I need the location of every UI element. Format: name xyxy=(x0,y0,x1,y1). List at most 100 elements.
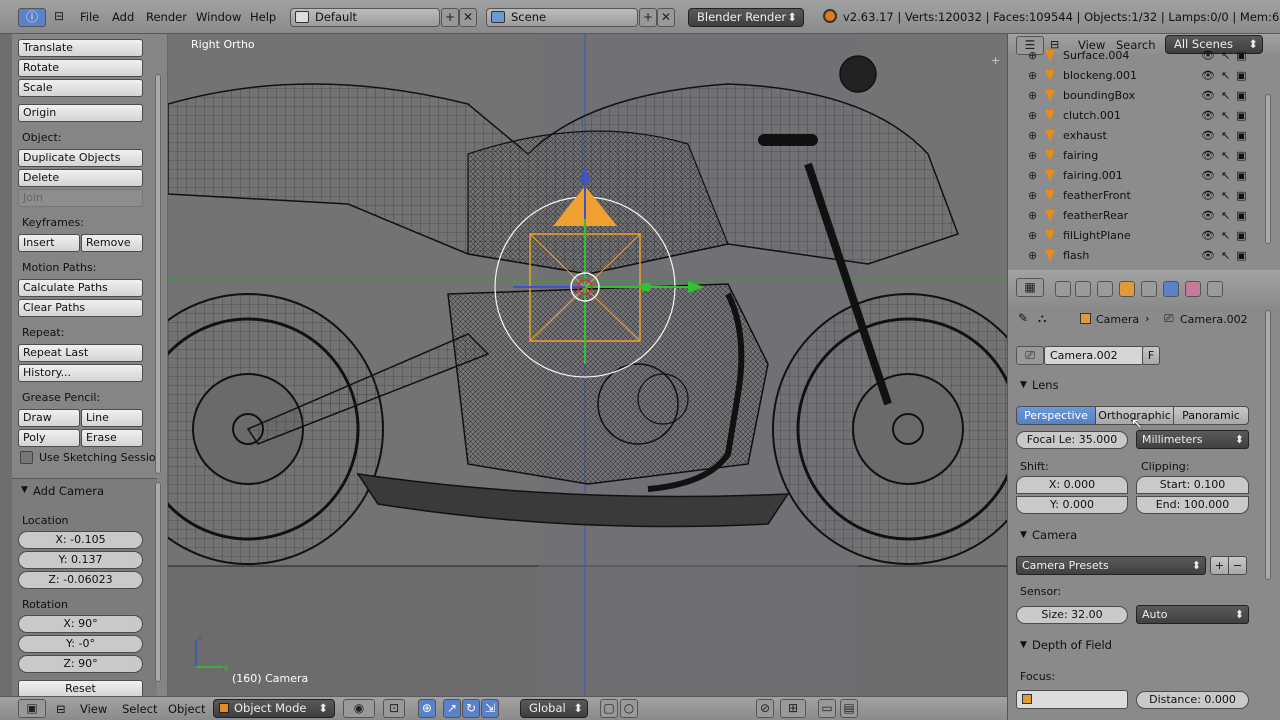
scene-context-icon[interactable] xyxy=(1075,281,1091,297)
poly-button[interactable]: Poly xyxy=(18,429,80,447)
texture-context-icon[interactable] xyxy=(1185,281,1201,297)
outliner-row[interactable]: ⊕ flash 👁↖▣ xyxy=(1008,246,1263,266)
lens-unit-select[interactable]: Millimeters ⬍ xyxy=(1136,430,1249,449)
pivot-select[interactable]: ⊡ xyxy=(383,699,405,718)
outliner-item-name[interactable]: featherFront xyxy=(1063,189,1131,202)
remove-screen-button[interactable]: ✕ xyxy=(459,8,477,27)
outliner-item-name[interactable]: boundingBox xyxy=(1063,89,1135,102)
rotation-x-field[interactable]: X: 90° xyxy=(18,615,143,633)
outliner-item-name[interactable]: flash xyxy=(1063,249,1089,262)
collapse-menu-icon[interactable]: ⊟ xyxy=(56,702,66,716)
dof-distance-field[interactable]: Distance: 0.000 xyxy=(1136,691,1249,709)
erase-button[interactable]: Erase xyxy=(81,429,143,447)
outliner-row[interactable]: ⊕ filLightPlane 👁↖▣ xyxy=(1008,226,1263,246)
visibility-restrict-icons[interactable]: 👁↖▣ xyxy=(1201,169,1253,182)
draw-button[interactable]: Draw xyxy=(18,409,80,427)
rotate-manipulator-icon[interactable]: ↻ xyxy=(462,699,480,718)
panoramic-button[interactable]: Panoramic xyxy=(1173,406,1249,425)
visibility-restrict-icons[interactable]: 👁↖▣ xyxy=(1201,229,1253,242)
calculate-paths-button[interactable]: Calculate Paths xyxy=(18,279,143,297)
orientation-select[interactable]: Global ⬍ xyxy=(520,699,588,718)
add-screen-button[interactable]: + xyxy=(441,8,459,27)
collapse-arrow-icon[interactable]: ▼ xyxy=(21,485,28,495)
outliner-item-name[interactable]: clutch.001 xyxy=(1063,109,1121,122)
sketching-session-checkbox[interactable] xyxy=(20,451,33,464)
duplicate-objects-button[interactable]: Duplicate Objects xyxy=(18,149,143,167)
outliner-item-name[interactable]: featherRear xyxy=(1063,209,1128,222)
layer-button[interactable]: ○ xyxy=(620,699,638,718)
expand-icon[interactable]: ⊕ xyxy=(1028,209,1037,222)
menu-render[interactable]: Render xyxy=(146,10,187,24)
expand-icon[interactable]: ⊕ xyxy=(1028,129,1037,142)
visibility-restrict-icons[interactable]: 👁↖▣ xyxy=(1201,49,1253,62)
datablock-browse-button[interactable]: ⎚ xyxy=(1016,346,1044,365)
outliner-row[interactable]: ⊕ Surface.004 👁↖▣ xyxy=(1008,46,1263,66)
outliner-item-name[interactable]: fairing.001 xyxy=(1063,169,1123,182)
origin-button[interactable]: Origin xyxy=(18,104,143,122)
properties-editor-type-button[interactable]: ▦ xyxy=(1016,278,1044,297)
menu-select[interactable]: Select xyxy=(122,702,157,716)
expand-icon[interactable]: ⊕ xyxy=(1028,169,1037,182)
world-context-icon[interactable] xyxy=(1097,281,1113,297)
camera-data-context-icon[interactable] xyxy=(1163,281,1179,297)
visibility-restrict-icons[interactable]: 👁↖▣ xyxy=(1201,109,1253,122)
outliner-item-name[interactable]: filLightPlane xyxy=(1063,229,1131,242)
perspective-button[interactable]: Perspective xyxy=(1016,406,1096,425)
expand-icon[interactable]: ⊕ xyxy=(1028,189,1037,202)
expand-icon[interactable]: ⊕ xyxy=(1028,249,1037,262)
menu-view[interactable]: View xyxy=(80,702,107,716)
camera-collapse-arrow-icon[interactable]: ▼ xyxy=(1020,530,1027,540)
clear-paths-button[interactable]: Clear Paths xyxy=(18,299,143,317)
menu-file[interactable]: File xyxy=(80,10,99,24)
datablock-name-field[interactable]: Camera.002 xyxy=(1044,346,1144,365)
outliner-row[interactable]: ⊕ fairing 👁↖▣ xyxy=(1008,146,1263,166)
remove-preset-button[interactable]: − xyxy=(1228,556,1247,575)
shift-x-field[interactable]: X: 0.000 xyxy=(1016,476,1128,494)
region-toggle-plus-icon[interactable]: + xyxy=(991,54,1000,67)
visibility-restrict-icons[interactable]: 👁↖▣ xyxy=(1201,89,1253,102)
shift-y-field[interactable]: Y: 0.000 xyxy=(1016,496,1128,514)
visibility-restrict-icons[interactable]: 👁↖▣ xyxy=(1201,249,1253,262)
visibility-restrict-icons[interactable]: 👁↖▣ xyxy=(1201,129,1253,142)
history-button[interactable]: History... xyxy=(18,364,143,382)
scene-field[interactable]: Scene xyxy=(486,8,638,27)
menu-window[interactable]: Window xyxy=(196,10,241,24)
camera-object[interactable] xyxy=(168,34,1007,696)
physics-context-icon[interactable] xyxy=(1207,281,1223,297)
outliner-row[interactable]: ⊕ clutch.001 👁↖▣ xyxy=(1008,106,1263,126)
sensor-fit-select[interactable]: Auto ⬍ xyxy=(1136,605,1249,624)
outliner-item-name[interactable]: blockeng.001 xyxy=(1063,69,1137,82)
clip-start-field[interactable]: Start: 0.100 xyxy=(1136,476,1249,494)
snap-element-select[interactable]: ⊞ xyxy=(780,699,806,718)
rotation-y-field[interactable]: Y: -0° xyxy=(18,635,143,653)
camera-presets-select[interactable]: Camera Presets ⬍ xyxy=(1016,556,1206,575)
expand-icon[interactable]: ⊕ xyxy=(1028,149,1037,162)
line-button[interactable]: Line xyxy=(81,409,143,427)
outliner-row[interactable]: ⊕ featherRear 👁↖▣ xyxy=(1008,206,1263,226)
outliner-row[interactable]: ⊕ exhaust 👁↖▣ xyxy=(1008,126,1263,146)
sensor-size-field[interactable]: Size: 32.00 xyxy=(1016,606,1128,624)
scale-manipulator-icon[interactable]: ⇲ xyxy=(481,699,499,718)
object-context-icon[interactable] xyxy=(1119,281,1135,297)
location-x-field[interactable]: X: -0.105 xyxy=(18,531,143,549)
focal-length-field[interactable]: Focal Le: 35.000 xyxy=(1016,431,1128,449)
shading-select[interactable]: ◉ xyxy=(343,699,375,718)
properties-scrollbar[interactable] xyxy=(1265,310,1271,580)
scale-button[interactable]: Scale xyxy=(18,79,143,97)
focus-object-field[interactable] xyxy=(1016,690,1128,709)
3d-viewport[interactable]: Right Ortho + z y (160) Camera xyxy=(168,34,1007,696)
clip-end-field[interactable]: End: 100.000 xyxy=(1136,496,1249,514)
outliner-row[interactable]: ⊕ boundingBox 👁↖▣ xyxy=(1008,86,1263,106)
viewport-editor-type-button[interactable]: ▣ xyxy=(18,699,46,718)
menu-help[interactable]: Help xyxy=(250,10,276,24)
delete-button[interactable]: Delete xyxy=(18,169,143,187)
visibility-restrict-icons[interactable]: 👁↖▣ xyxy=(1201,69,1253,82)
collapse-menu-icon[interactable]: ⊟ xyxy=(52,8,66,27)
visibility-restrict-icons[interactable]: 👁↖▣ xyxy=(1201,189,1253,202)
outliner-row[interactable]: ⊕ blockeng.001 👁↖▣ xyxy=(1008,66,1263,86)
add-scene-button[interactable]: + xyxy=(639,8,657,27)
mode-select[interactable]: Object Mode ⬍ xyxy=(213,699,335,718)
outliner-item-name[interactable]: Surface.004 xyxy=(1063,49,1129,62)
expand-icon[interactable]: ⊕ xyxy=(1028,109,1037,122)
outliner-item-name[interactable]: fairing xyxy=(1063,149,1098,162)
